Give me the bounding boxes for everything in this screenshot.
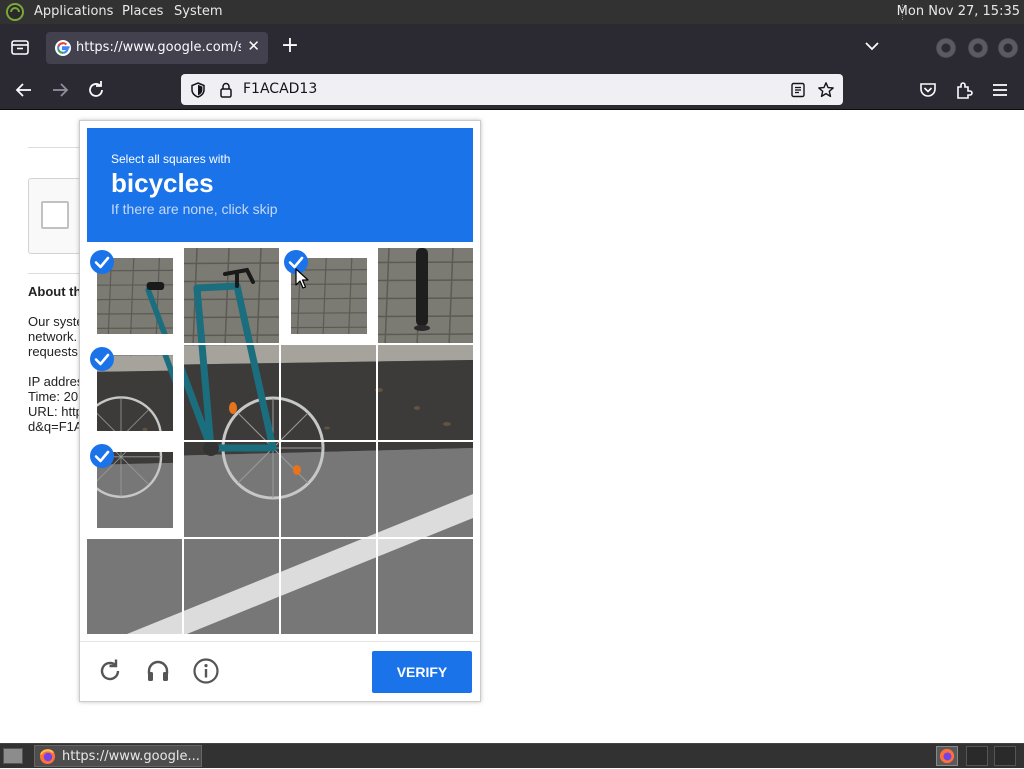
hamburger-menu-icon[interactable] xyxy=(988,78,1012,102)
chevron-down-icon[interactable] xyxy=(862,38,882,54)
challenge-keyword: bicycles xyxy=(111,168,214,198)
image-tile-4[interactable] xyxy=(378,248,473,343)
selected-check-icon xyxy=(90,347,114,371)
firefox-icon xyxy=(39,748,56,765)
tile-image xyxy=(184,442,279,537)
tile-image xyxy=(378,345,473,440)
image-tile-1[interactable] xyxy=(87,248,182,343)
tile-image xyxy=(378,248,473,343)
lock-icon[interactable] xyxy=(217,81,235,99)
image-tile-15[interactable] xyxy=(281,539,376,634)
image-tile-14[interactable] xyxy=(184,539,279,634)
body-line: URL: http xyxy=(28,404,83,419)
navigation-toolbar: F1ACAD13 xyxy=(0,70,1024,110)
image-grid xyxy=(87,248,473,634)
firefox-view-icon[interactable] xyxy=(10,38,30,56)
taskbar-window-button[interactable]: https://www.google... xyxy=(34,745,202,767)
tile-image xyxy=(281,442,376,537)
challenge-hint: If there are none, click skip xyxy=(111,201,278,217)
image-tile-13[interactable] xyxy=(87,539,182,634)
image-tile-3[interactable] xyxy=(281,248,376,343)
close-window-button[interactable] xyxy=(998,38,1018,58)
image-tile-7[interactable] xyxy=(281,345,376,440)
image-tile-2[interactable] xyxy=(184,248,279,343)
workspace-switcher-3[interactable] xyxy=(994,746,1016,766)
recaptcha-checkbox[interactable] xyxy=(41,201,69,229)
shield-icon[interactable] xyxy=(189,81,207,99)
tab-close-icon[interactable]: ✕ xyxy=(247,37,260,55)
image-tile-12[interactable] xyxy=(378,442,473,537)
system-logo-icon[interactable] xyxy=(6,3,24,21)
body-line: IP addres xyxy=(28,374,84,389)
image-tile-10[interactable] xyxy=(184,442,279,537)
workspace-switcher-2[interactable] xyxy=(966,746,988,766)
maximize-window-button[interactable] xyxy=(968,38,988,58)
tile-image xyxy=(378,539,473,634)
reload-challenge-icon[interactable] xyxy=(96,657,124,685)
tile-image xyxy=(281,345,376,440)
verify-button[interactable]: VERIFY xyxy=(372,651,472,693)
selected-check-icon xyxy=(90,444,114,468)
taskbar-window-title: https://www.google... xyxy=(62,749,200,764)
taskbar: https://www.google... xyxy=(0,743,1024,768)
system-menu[interactable]: System xyxy=(174,4,222,19)
tile-image xyxy=(184,539,279,634)
applications-menu[interactable]: Applications xyxy=(34,4,113,19)
tab-bar: https://www.google.com/se ✕ + xyxy=(0,24,1024,70)
body-line: Our syste xyxy=(28,314,84,329)
challenge-instruction: Select all squares with xyxy=(111,152,231,166)
info-icon[interactable] xyxy=(192,657,220,685)
top-panel: Applications Places System Mon Nov 27, 1… xyxy=(0,0,1024,24)
image-tile-8[interactable] xyxy=(378,345,473,440)
body-line: network. xyxy=(28,329,78,344)
google-favicon-icon xyxy=(55,40,71,56)
pocket-icon[interactable] xyxy=(916,78,940,102)
tile-image xyxy=(281,539,376,634)
clock[interactable]: Mon Nov 27, 15:35 xyxy=(897,4,1020,19)
challenge-header: Select all squares with bicycles If ther… xyxy=(87,128,473,242)
reload-icon[interactable] xyxy=(84,78,108,102)
image-tile-11[interactable] xyxy=(281,442,376,537)
about-heading: About th xyxy=(28,284,82,299)
image-tile-6[interactable] xyxy=(184,345,279,440)
body-line: requests xyxy=(28,344,78,359)
image-tile-9[interactable] xyxy=(87,442,182,537)
audio-challenge-icon[interactable] xyxy=(144,657,172,685)
show-desktop-icon[interactable] xyxy=(3,748,23,764)
back-arrow-icon[interactable] xyxy=(12,78,36,102)
bookmark-star-icon[interactable] xyxy=(817,81,835,99)
selected-check-icon xyxy=(90,250,114,274)
url-text[interactable]: F1ACAD13 xyxy=(243,81,317,97)
tile-image xyxy=(378,442,473,537)
recaptcha-challenge: Select all squares with bicycles If ther… xyxy=(79,120,481,702)
body-line: d&q=F1A xyxy=(28,419,83,434)
extensions-icon[interactable] xyxy=(952,78,976,102)
tile-image xyxy=(87,539,182,634)
new-tab-button[interactable]: + xyxy=(280,34,300,58)
tab-title: https://www.google.com/se xyxy=(76,40,241,55)
body-line: Time: 20 xyxy=(28,389,79,404)
image-tile-16[interactable] xyxy=(378,539,473,634)
forward-arrow-icon[interactable] xyxy=(48,78,72,102)
minimize-window-button[interactable] xyxy=(936,38,956,58)
mouse-cursor-icon xyxy=(295,268,309,289)
reader-view-icon[interactable] xyxy=(789,81,807,99)
firefox-tray-icon[interactable] xyxy=(936,746,958,766)
tile-image xyxy=(184,345,279,440)
browser-tab[interactable]: https://www.google.com/se ✕ xyxy=(46,32,268,64)
footer-divider xyxy=(80,641,480,642)
image-tile-5[interactable] xyxy=(87,345,182,440)
places-menu[interactable]: Places xyxy=(122,4,163,19)
tile-image xyxy=(184,248,279,343)
url-bar[interactable]: F1ACAD13 xyxy=(181,74,843,105)
firefox-icon xyxy=(939,748,955,764)
